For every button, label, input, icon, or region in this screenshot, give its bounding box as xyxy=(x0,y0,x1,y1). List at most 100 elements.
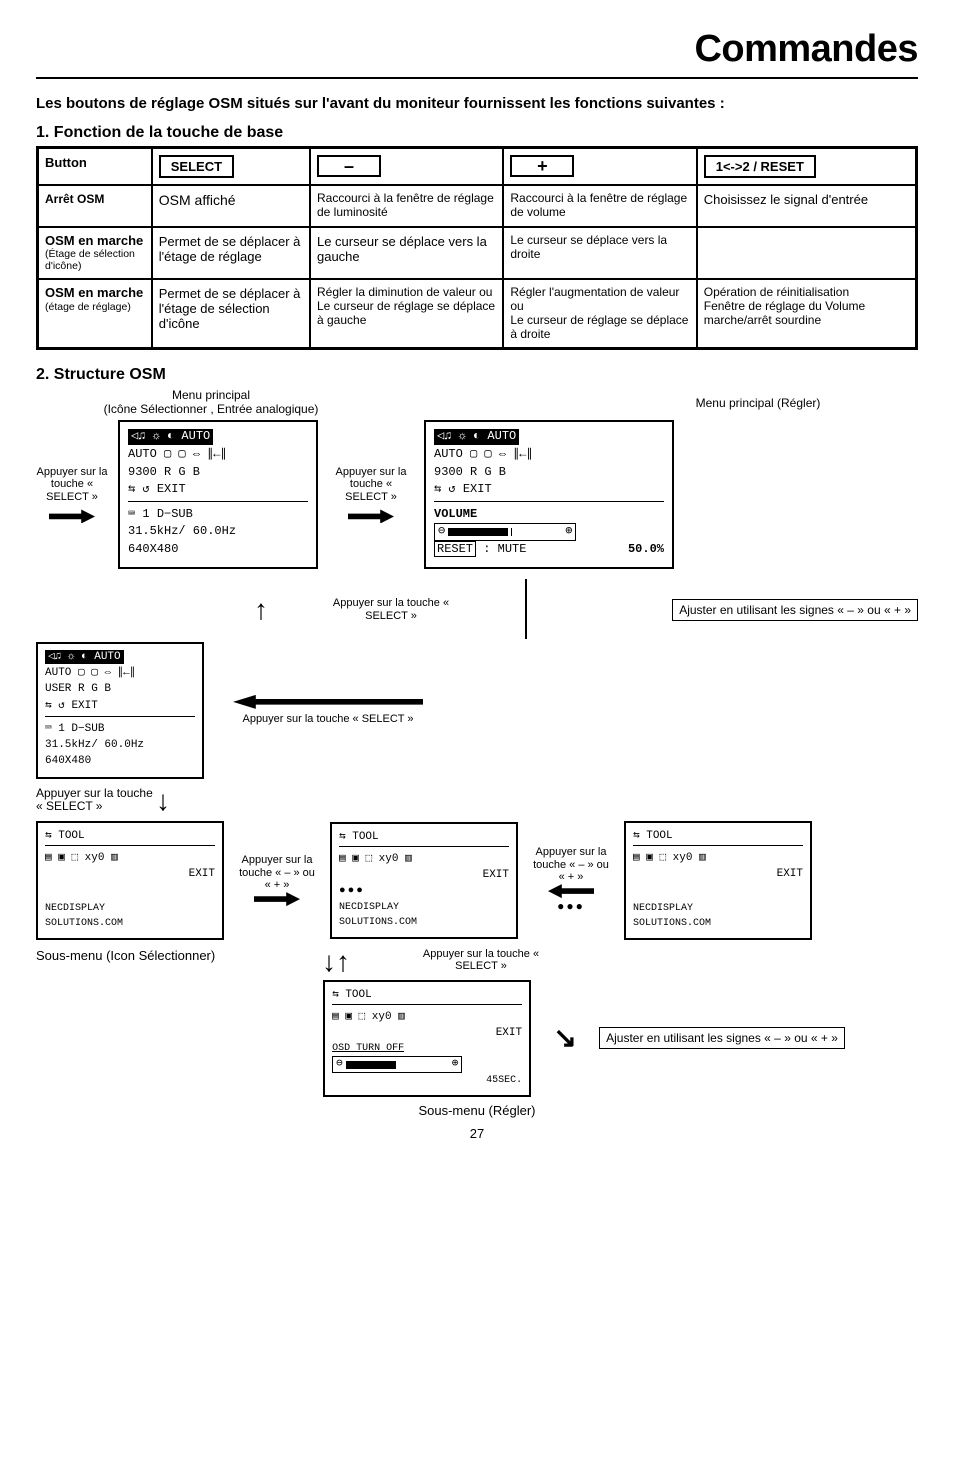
col-plus: + xyxy=(503,148,696,186)
cell-r1c2: OSM affiché xyxy=(152,185,310,227)
arrow-connector-icon: ↘ xyxy=(545,1024,585,1052)
mute-label: : MUTE xyxy=(483,542,526,556)
functions-table: Button SELECT – + 1<->2 / RESET Arrêt OS… xyxy=(36,146,918,350)
osd-line: EXIT xyxy=(633,866,803,882)
osd-line: ⌨ 1 D−SUB xyxy=(128,506,308,524)
section2-heading: 2. Structure OSM xyxy=(36,366,918,384)
page-title: Commandes xyxy=(36,28,918,71)
section1-heading: 1. Fonction de la touche de base xyxy=(36,124,918,142)
submenu-icon-caption: Sous-menu (Icon Sélectionner) xyxy=(36,948,266,963)
osd-text: ◁♫ ☼ ◐ AUTO xyxy=(128,429,213,445)
osd-text: ◁♫ ☼ ◐ AUTO xyxy=(45,650,124,664)
osd-line: SOLUTIONS.COM xyxy=(633,916,803,931)
title-rule xyxy=(36,77,918,79)
osd-line: 45SEC. xyxy=(332,1073,522,1088)
select-button[interactable]: SELECT xyxy=(159,155,234,178)
osd-line: ◁♫ ☼ ◐ AUTO xyxy=(128,428,308,446)
cell-r1c1: Arrêt OSM xyxy=(38,185,152,227)
col-select: SELECT xyxy=(152,148,310,186)
press-select-center2: Appuyer sur la touche « SELECT » xyxy=(242,713,413,726)
osd-line: ◁♫ ☼ ◐ AUTO xyxy=(45,649,195,665)
osd-line: ⇆ TOOL xyxy=(339,829,509,847)
cell-r2c2: Permet de se déplacer à l'étage de régla… xyxy=(152,227,310,279)
cell-r3c1: OSM en marche (étage de réglage) xyxy=(38,279,152,349)
cell-r1c4: Raccourci à la fenêtre de réglage de vol… xyxy=(503,185,696,227)
menu1-caption: Menu principal (Icône Sélectionner , Ent… xyxy=(96,388,326,416)
col-reset: 1<->2 / RESET xyxy=(697,148,917,186)
osd-divider xyxy=(45,714,195,717)
osd-line: 31.5kHz/ 60.0Hz xyxy=(128,523,308,541)
table-row: OSM en marche (Étage de sélection d'icôn… xyxy=(38,227,917,279)
bar-empty xyxy=(399,1061,449,1069)
arrow-left-icon xyxy=(548,884,594,898)
osd-line: ⇆ TOOL xyxy=(332,987,522,1005)
reset-button[interactable]: 1<->2 / RESET xyxy=(704,155,816,178)
osd-line: OSD TURN OFF xyxy=(332,1041,522,1056)
osd-line: AUTO ▢ ▢ ⇔ ∥←∥ xyxy=(45,665,195,681)
osd-line: ▤ ▣ ⬚ xy0 ▥ xyxy=(332,1009,522,1025)
plus-button[interactable]: + xyxy=(510,155,574,177)
osd-main1: ◁♫ ☼ ◐ AUTO AUTO ▢ ▢ ⇔ ∥←∥ 9300 R G B ⇆ … xyxy=(118,420,318,568)
cell-r3c1-main: OSM en marche xyxy=(45,286,145,300)
bar-fill xyxy=(346,1061,396,1069)
minus-button[interactable]: – xyxy=(317,155,381,177)
menu2-caption: Menu principal (Régler) xyxy=(628,396,888,416)
osd-line: EXIT xyxy=(332,1025,522,1041)
dots-icon: ●●● xyxy=(557,898,585,914)
cell-r2c1-main: OSM en marche xyxy=(45,234,145,248)
bar-empty xyxy=(511,528,562,536)
osd-line: ▤ ▣ ⬚ xy0 ▥ xyxy=(45,850,215,866)
col-button: Button xyxy=(38,148,152,186)
osd-line: ⌨ 1 D−SUB xyxy=(45,721,195,737)
arrow-down-icon: ↓↑ xyxy=(266,948,406,976)
press-select-center1: Appuyer sur la touche « SELECT » xyxy=(316,597,466,622)
osd-line: ▤ ▣ ⬚ xy0 ▥ xyxy=(339,851,509,867)
osd-tool-c: ⇆ TOOL ▤ ▣ ⬚ xy0 ▥ EXIT NECDISPLAY SOLUT… xyxy=(624,821,812,940)
arrow-right-icon xyxy=(348,509,394,523)
cell-r2c4: Le curseur se déplace vers la droite xyxy=(503,227,696,279)
cell-r3c2: Permet de se déplacer à l'étage de sélec… xyxy=(152,279,310,349)
osd-line: EXIT xyxy=(339,867,509,883)
arrow-right-icon xyxy=(254,892,300,906)
osd-line: NECDISPLAY xyxy=(339,900,509,915)
press-select-bottom: Appuyer sur la touche « SELECT » xyxy=(406,948,556,973)
cell-r3c5: Opération de réinitialisation Fenêtre de… xyxy=(697,279,917,349)
osd-volume-label: VOLUME xyxy=(434,506,664,524)
osd-text: ◁♫ ☼ ◐ AUTO xyxy=(434,429,519,445)
arrow-right-icon xyxy=(49,509,95,523)
osd-line: NECDISPLAY xyxy=(45,901,215,916)
osd-line: 640X480 xyxy=(128,541,308,559)
minus-icon: ⊖ xyxy=(336,1057,343,1071)
cell-r2c1: OSM en marche (Étage de sélection d'icôn… xyxy=(38,227,152,279)
cell-r1c3: Raccourci à la fenêtre de réglage de lum… xyxy=(310,185,503,227)
minus-icon: ⊖ xyxy=(438,524,445,540)
osd-line: EXIT xyxy=(45,866,215,882)
osd-divider xyxy=(434,499,664,502)
osd-line: ⇆ TOOL xyxy=(633,828,803,846)
cell-r3c1-sub: (étage de réglage) xyxy=(45,301,145,313)
col-minus: – xyxy=(310,148,503,186)
dots-icon: ●●● xyxy=(339,883,509,899)
structure-diagram: 2. Structure OSM Menu principal (Icône S… xyxy=(36,366,918,1117)
osd-line: USER R G B xyxy=(45,681,195,697)
osd-volume-bar[interactable]: ⊖ ⊕ xyxy=(434,523,576,541)
reset-tag: RESET xyxy=(434,541,476,557)
submenu-regler-caption: Sous-menu (Régler) xyxy=(36,1103,918,1118)
osd-line: ⇆ ↺ EXIT xyxy=(434,481,664,499)
table-header-row: Button SELECT – + 1<->2 / RESET xyxy=(38,148,917,186)
volume-percent: 50.0% xyxy=(628,542,664,558)
press-select-left: Appuyer sur la touche « SELECT » xyxy=(36,466,108,504)
osd-line: ▤ ▣ ⬚ xy0 ▥ xyxy=(633,850,803,866)
page-number: 27 xyxy=(36,1126,918,1141)
osd-line: AUTO ▢ ▢ ⇔ ∥←∥ xyxy=(128,446,308,464)
osd-line: AUTO ▢ ▢ ⇔ ∥←∥ xyxy=(434,446,664,464)
osd-small: ◁♫ ☼ ◐ AUTO AUTO ▢ ▢ ⇔ ∥←∥ USER R G B ⇆ … xyxy=(36,642,204,779)
table-row: Arrêt OSM OSM affiché Raccourci à la fen… xyxy=(38,185,917,227)
osd-line: 640X480 xyxy=(45,753,195,769)
adjust-hint-box: Ajuster en utilisant les signes « – » ou… xyxy=(672,599,918,621)
plus-icon: ⊕ xyxy=(452,1057,459,1071)
osd-tool-d: ⇆ TOOL ▤ ▣ ⬚ xy0 ▥ EXIT OSD TURN OFF ⊖ ⊕… xyxy=(323,980,531,1097)
osd-timeout-bar[interactable]: ⊖ ⊕ xyxy=(332,1056,462,1072)
menu1-title: Menu principal xyxy=(172,388,250,402)
menu1-subtitle: (Icône Sélectionner , Entrée analogique) xyxy=(104,402,319,416)
